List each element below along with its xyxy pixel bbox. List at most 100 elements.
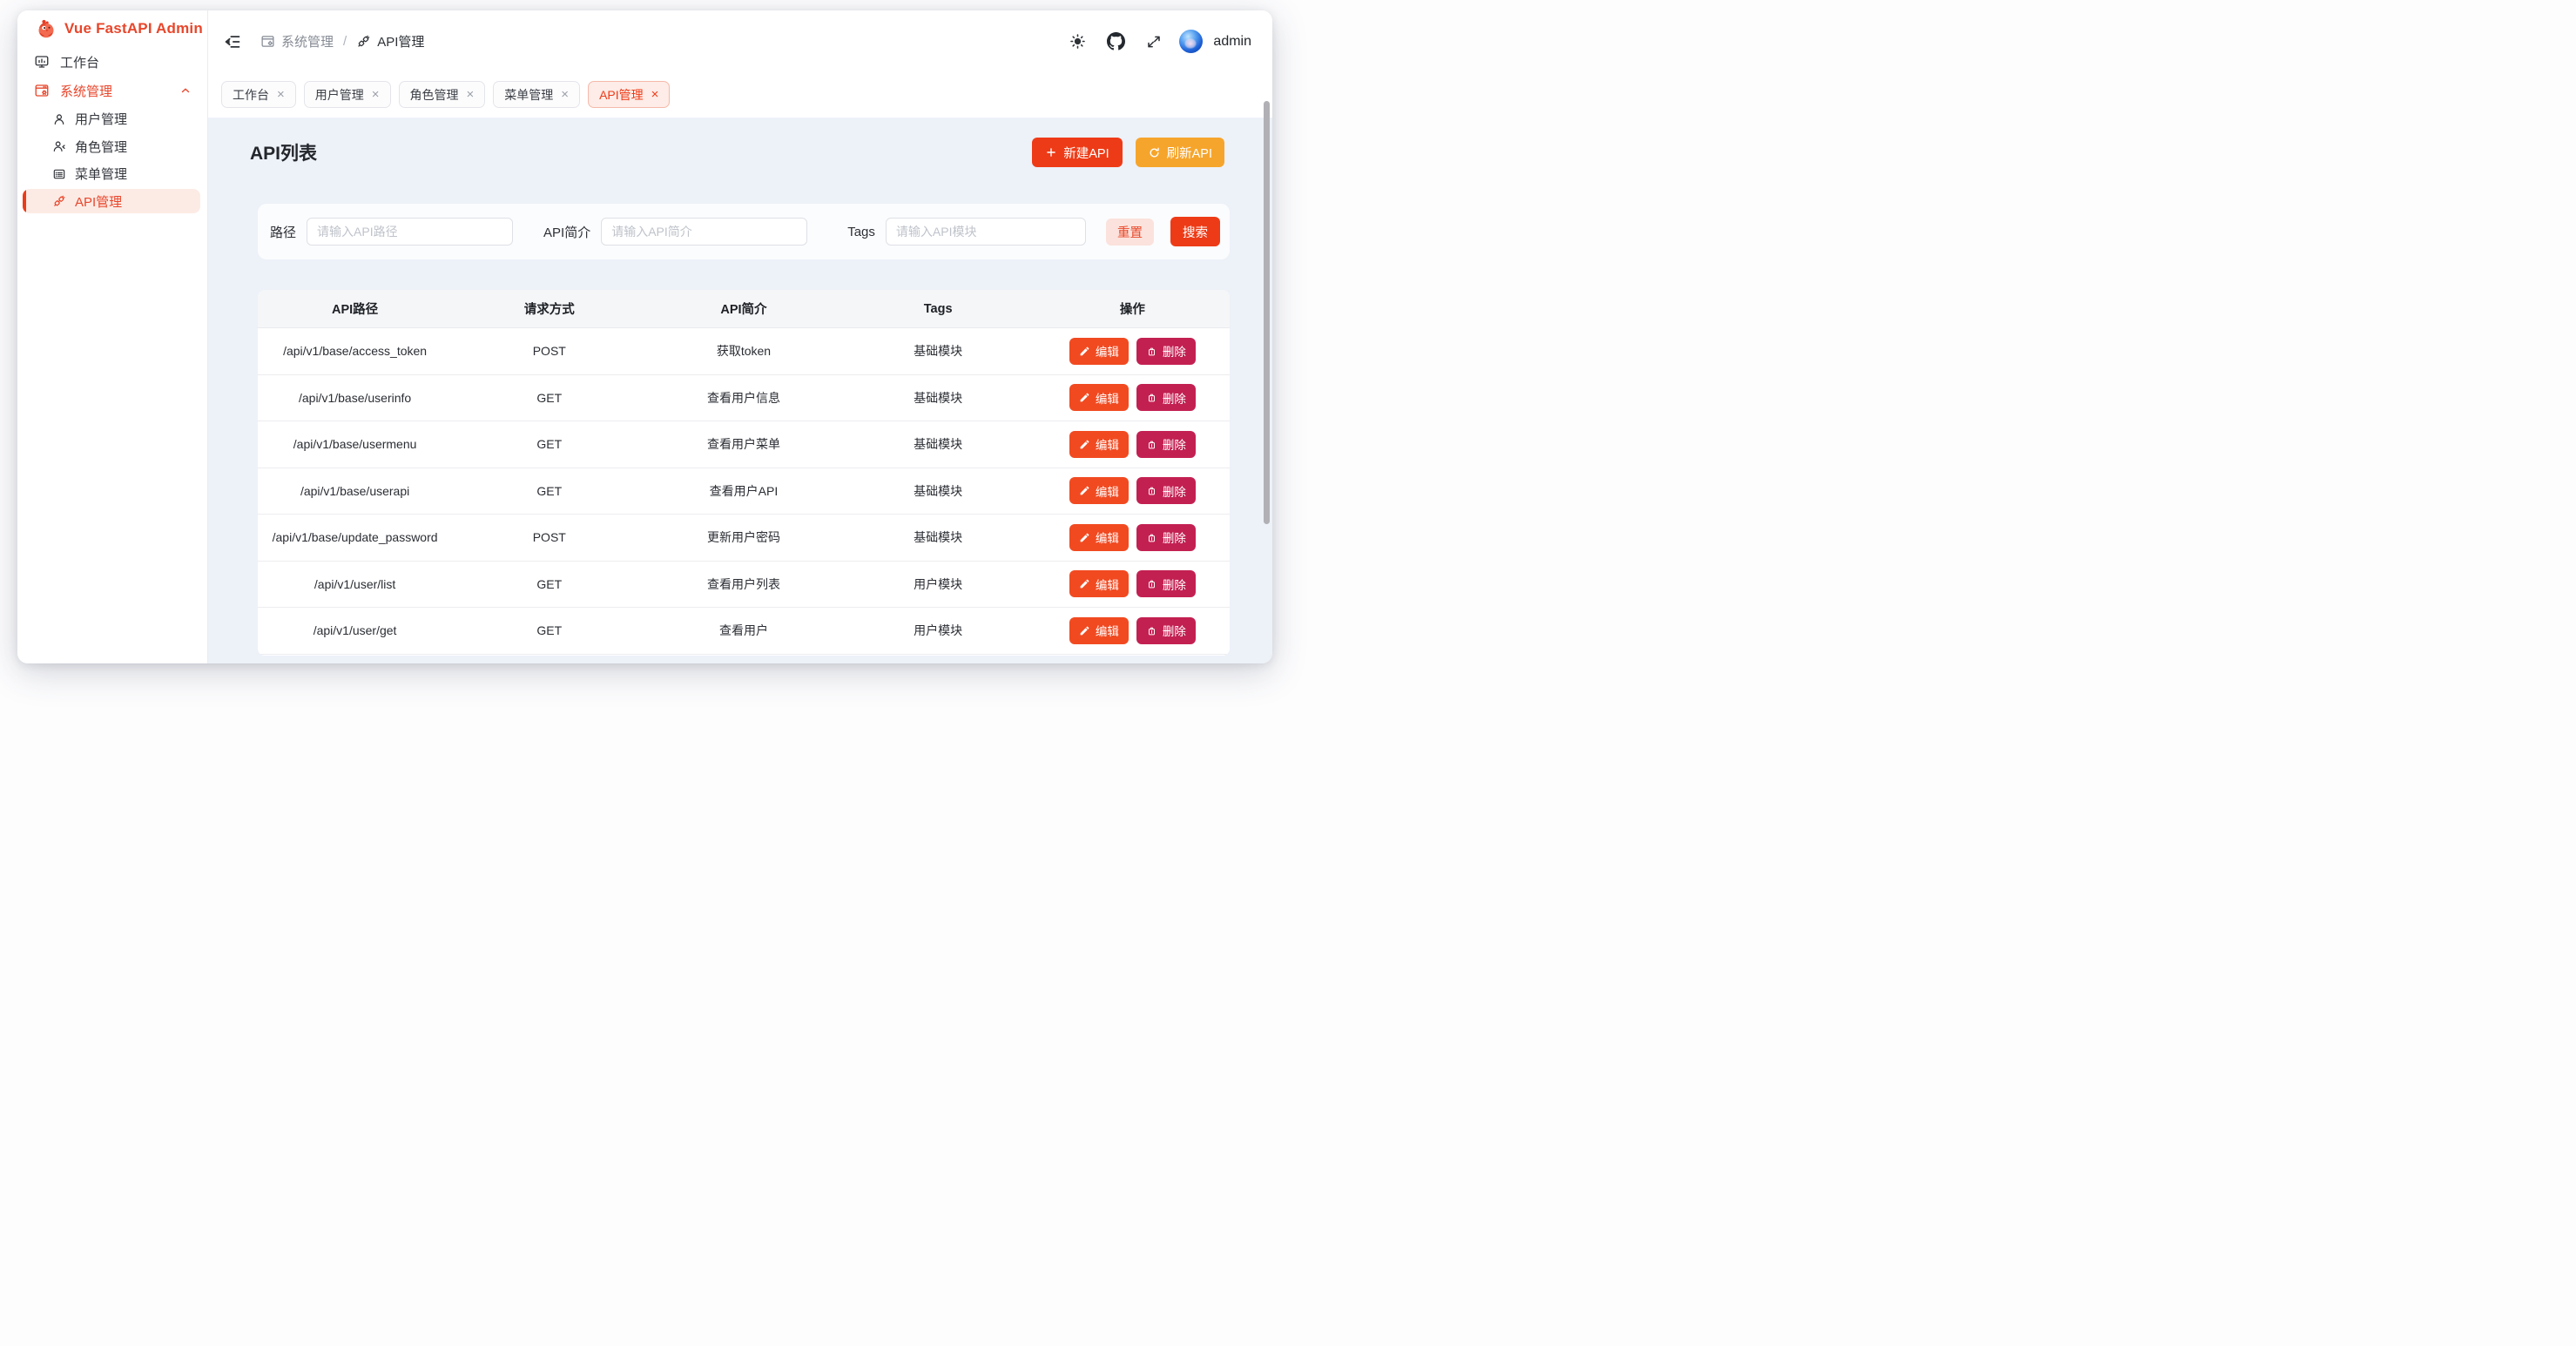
actions-cell: 编辑: [1035, 570, 1230, 597]
edit-button[interactable]: 编辑: [1069, 477, 1129, 504]
pencil-icon: [1079, 439, 1090, 450]
trash-icon: [1146, 485, 1157, 496]
breadcrumb-current[interactable]: API管理: [356, 32, 424, 50]
collapse-sidebar-icon[interactable]: [224, 33, 241, 50]
table-row: /api/v1/base/usermenu GET 查看用户菜单 基础模块: [258, 421, 1230, 468]
table-row: /api/v1/user/get GET 查看用户 用户模块: [258, 608, 1230, 655]
edit-button[interactable]: 编辑: [1069, 570, 1129, 597]
system-window-gear-icon: [34, 83, 50, 98]
column-header-summary: API简介: [646, 299, 840, 318]
sidebar-item-label: 系统管理: [60, 82, 112, 100]
delete-button[interactable]: 删除: [1136, 431, 1196, 458]
summary-cell: 查看用户API: [646, 482, 840, 500]
pencil-icon: [1079, 485, 1090, 496]
tags-cell: 基础模块: [841, 482, 1035, 500]
actions-cell: 编辑: [1035, 338, 1230, 365]
tags-cell: 基础模块: [841, 528, 1035, 546]
actions-cell: 编辑: [1035, 431, 1230, 458]
edit-button[interactable]: 编辑: [1069, 431, 1129, 458]
path-filter-input[interactable]: [307, 218, 513, 246]
actions-cell: 编辑: [1035, 477, 1230, 504]
sidebar-item-label: 角色管理: [75, 138, 127, 156]
pencil-icon: [1079, 625, 1090, 636]
delete-button[interactable]: 删除: [1136, 524, 1196, 551]
trash-icon: [1146, 392, 1157, 403]
api-path-cell: /api/v1/base/userapi: [258, 484, 452, 498]
refresh-api-button[interactable]: 刷新API: [1136, 138, 1224, 167]
vertical-scrollbar[interactable]: [1264, 101, 1270, 524]
api-path-cell: /api/v1/base/userinfo: [258, 391, 452, 405]
page-header: API列表 新建API: [250, 138, 1230, 167]
sidebar-item-label: 工作台: [60, 53, 99, 71]
edit-button[interactable]: 编辑: [1069, 524, 1129, 551]
delete-button[interactable]: 删除: [1136, 477, 1196, 504]
username[interactable]: admin: [1213, 34, 1251, 50]
sidebar-item-system[interactable]: 系统管理: [23, 77, 200, 104]
edit-button[interactable]: 编辑: [1069, 384, 1129, 411]
close-icon[interactable]: ×: [651, 88, 659, 101]
close-icon[interactable]: ×: [372, 88, 380, 101]
api-plug-icon: [356, 34, 371, 49]
sidebar-item-workbench[interactable]: 工作台: [23, 49, 200, 75]
page-actions: 新建API 刷新API: [1032, 138, 1224, 167]
sidebar-item-label: 用户管理: [75, 110, 127, 128]
method-cell: GET: [452, 484, 646, 498]
tags-filter-input[interactable]: [886, 218, 1086, 246]
delete-button[interactable]: 删除: [1136, 617, 1196, 644]
tab-roles[interactable]: 角色管理 ×: [399, 81, 486, 108]
trash-icon: [1146, 625, 1157, 636]
summary-filter-input[interactable]: [601, 218, 807, 246]
column-header-path: API路径: [258, 299, 452, 318]
search-button[interactable]: 搜索: [1170, 217, 1220, 246]
sidebar-item-label: 菜单管理: [75, 165, 127, 183]
method-cell: GET: [452, 623, 646, 637]
tab-menus[interactable]: 菜单管理 ×: [493, 81, 580, 108]
user-avatar[interactable]: [1179, 30, 1203, 53]
breadcrumb-parent[interactable]: 系统管理: [260, 32, 334, 50]
reset-button[interactable]: 重置: [1106, 219, 1154, 246]
edit-button[interactable]: 编辑: [1069, 617, 1129, 644]
pencil-icon: [1079, 392, 1090, 403]
tab-workbench[interactable]: 工作台 ×: [221, 81, 296, 108]
create-api-button[interactable]: 新建API: [1032, 138, 1122, 167]
close-icon[interactable]: ×: [277, 88, 285, 101]
sidebar-item-roles[interactable]: 角色管理: [23, 134, 200, 158]
sidebar-item-api[interactable]: API管理: [23, 189, 200, 213]
method-cell: POST: [452, 344, 646, 358]
api-plug-icon: [52, 194, 66, 208]
sidebar-item-menus[interactable]: 菜单管理: [23, 162, 200, 186]
method-cell: GET: [452, 577, 646, 591]
breadcrumb: 系统管理 / API管理: [260, 32, 424, 50]
summary-cell: 查看用户列表: [646, 575, 840, 593]
tab-api[interactable]: API管理 ×: [588, 81, 670, 108]
app-logo[interactable]: Vue FastAPI Admin: [17, 12, 207, 45]
delete-button[interactable]: 删除: [1136, 338, 1196, 365]
github-icon[interactable]: [1107, 32, 1125, 50]
tab-bar: 工作台 × 用户管理 × 角色管理 × 菜单管理 × API管理 ×: [208, 72, 1272, 118]
delete-button[interactable]: 删除: [1136, 570, 1196, 597]
tab-users[interactable]: 用户管理 ×: [304, 81, 391, 108]
system-window-gear-icon: [260, 34, 275, 49]
filter-bar: 路径 API简介 Tags 重置 搜索: [258, 204, 1230, 259]
method-cell: GET: [452, 437, 646, 451]
table-body: /api/v1/base/access_token POST 获取token 基…: [258, 328, 1230, 655]
close-icon[interactable]: ×: [561, 88, 569, 101]
sidebar-menu: 工作台 系统管理: [17, 45, 207, 213]
close-icon[interactable]: ×: [467, 88, 475, 101]
refresh-icon: [1148, 146, 1161, 159]
user-role-icon: [52, 139, 66, 153]
table-header: API路径 请求方式 API简介 Tags 操作: [258, 290, 1230, 328]
delete-button[interactable]: 删除: [1136, 384, 1196, 411]
summary-cell: 更新用户密码: [646, 528, 840, 546]
user-icon: [52, 112, 66, 126]
theme-sun-icon[interactable]: [1069, 33, 1086, 50]
chick-logo-icon: [36, 18, 57, 39]
sidebar-item-users[interactable]: 用户管理: [23, 107, 200, 131]
tags-cell: 基础模块: [841, 342, 1035, 360]
topbar-actions: admin: [1049, 30, 1251, 53]
page-title: API列表: [250, 139, 317, 165]
sidebar-item-label: API管理: [75, 192, 122, 211]
pencil-icon: [1079, 578, 1090, 589]
edit-button[interactable]: 编辑: [1069, 338, 1129, 365]
fullscreen-icon[interactable]: [1146, 34, 1162, 50]
